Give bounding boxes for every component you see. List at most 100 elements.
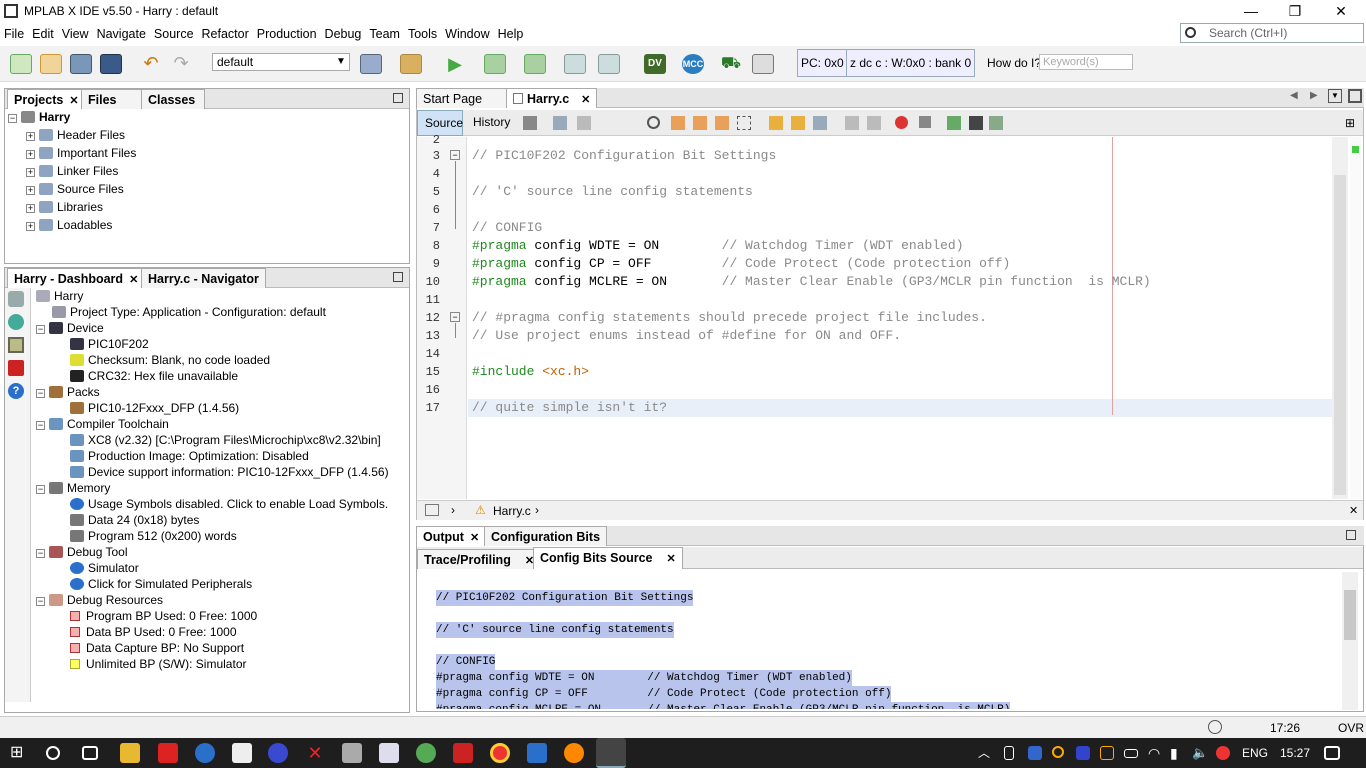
network-icon[interactable] bbox=[752, 54, 774, 74]
menu-source[interactable]: Source bbox=[150, 24, 198, 41]
menu-team[interactable]: Team bbox=[365, 24, 404, 41]
run-icon[interactable]: ▶ bbox=[444, 54, 466, 74]
tab-configuration-bits[interactable]: Configuration Bits bbox=[484, 526, 608, 546]
tray-icon[interactable] bbox=[1216, 746, 1230, 760]
file-explorer-icon[interactable] bbox=[120, 743, 140, 763]
menu-edit[interactable]: Edit bbox=[28, 24, 58, 41]
uncomment-icon[interactable] bbox=[969, 116, 983, 130]
chevron-down-icon[interactable]: ▼ bbox=[1328, 89, 1342, 103]
find-next-icon[interactable] bbox=[693, 116, 707, 130]
back-icon[interactable] bbox=[553, 116, 567, 130]
menu-production[interactable]: Production bbox=[253, 24, 321, 41]
battery-icon[interactable] bbox=[1124, 749, 1138, 758]
maximize-icon[interactable] bbox=[1348, 89, 1362, 103]
minimize-button[interactable]: — bbox=[1228, 0, 1274, 24]
close-icon[interactable]: ✕ bbox=[129, 274, 138, 286]
prev-bookmark-icon[interactable] bbox=[769, 116, 783, 130]
menu-view[interactable]: View bbox=[58, 24, 93, 41]
minimize-panel-icon[interactable] bbox=[393, 93, 403, 103]
tray-icon[interactable] bbox=[1028, 746, 1042, 760]
app-blue-icon[interactable] bbox=[195, 743, 215, 763]
search-input[interactable]: Search (Ctrl+I) bbox=[1180, 23, 1364, 43]
code-line[interactable]: // Use project enums instead of #define … bbox=[472, 327, 901, 345]
split-icon[interactable]: ⊞ bbox=[1345, 116, 1355, 130]
clock[interactable]: 15:27 bbox=[1280, 746, 1310, 760]
clean-build-icon[interactable] bbox=[400, 54, 422, 74]
volume-icon[interactable]: 🔈 bbox=[1192, 743, 1212, 763]
tab-config-bits-source[interactable]: Config Bits Source ✕ bbox=[533, 547, 683, 569]
tray-icon[interactable] bbox=[1100, 746, 1114, 760]
output-scrollbar[interactable] bbox=[1342, 572, 1358, 710]
notepad-icon[interactable] bbox=[232, 743, 252, 763]
code-line[interactable]: // 'C' source line config statements bbox=[472, 183, 753, 201]
close-icon[interactable]: ✕ bbox=[1349, 504, 1358, 517]
code-line[interactable]: #pragma config CP = OFF // Code Protect … bbox=[472, 255, 1010, 273]
tab-output[interactable]: Output ✕ bbox=[416, 526, 487, 546]
settings-icon[interactable] bbox=[8, 291, 24, 307]
search-icon[interactable] bbox=[46, 746, 60, 760]
hold-in-reset-icon[interactable] bbox=[598, 54, 620, 74]
tab-history[interactable]: History bbox=[473, 115, 510, 129]
save-all-icon[interactable] bbox=[100, 54, 122, 74]
firefox-icon[interactable] bbox=[564, 743, 584, 763]
data-visualizer-icon[interactable]: DV bbox=[644, 54, 666, 74]
tree-item-linker-files[interactable]: + Linker Files bbox=[26, 162, 118, 180]
app-pen-icon[interactable] bbox=[453, 743, 473, 763]
select-icon[interactable] bbox=[737, 116, 751, 130]
language-indicator[interactable]: ENG bbox=[1242, 746, 1268, 760]
notifications-icon[interactable] bbox=[1208, 720, 1222, 734]
menu-file[interactable]: File bbox=[0, 24, 28, 41]
breadcrumb-file[interactable]: Harry.c bbox=[493, 504, 531, 518]
tray-icon[interactable] bbox=[1076, 746, 1090, 760]
reset-icon[interactable] bbox=[564, 54, 586, 74]
toggle-highlight-icon[interactable] bbox=[715, 116, 729, 130]
action-center-icon[interactable] bbox=[1324, 746, 1340, 760]
minimize-panel-icon[interactable] bbox=[1346, 530, 1356, 540]
windows-start-icon[interactable]: ⊞ bbox=[10, 743, 30, 763]
signal-icon[interactable]: ▮ bbox=[1170, 743, 1190, 763]
code-line[interactable]: // PIC10F202 Configuration Bit Settings bbox=[472, 147, 776, 165]
app-red-icon[interactable] bbox=[158, 743, 178, 763]
tree-root[interactable]: − Harry bbox=[8, 108, 70, 126]
debug-run-icon[interactable] bbox=[484, 54, 506, 74]
output-line[interactable]: // PIC10F202 Configuration Bit Settings bbox=[436, 590, 694, 606]
shift-left-icon[interactable] bbox=[845, 116, 859, 130]
code-line[interactable]: // #pragma config statements should prec… bbox=[472, 309, 987, 327]
toggle-bookmark-icon[interactable] bbox=[813, 116, 827, 130]
forward-icon[interactable] bbox=[577, 116, 591, 130]
help-icon[interactable]: ? bbox=[8, 383, 24, 399]
tree-item-libraries[interactable]: + Libraries bbox=[26, 198, 103, 216]
app-check-icon[interactable] bbox=[379, 743, 399, 763]
tab-trace-profiling[interactable]: Trace/Profiling ✕ bbox=[417, 549, 542, 569]
menu-navigate[interactable]: Navigate bbox=[93, 24, 150, 41]
refresh-icon[interactable] bbox=[8, 314, 24, 330]
fold-icon[interactable]: − bbox=[450, 150, 460, 160]
program-device-icon[interactable] bbox=[524, 54, 546, 74]
menu-tools[interactable]: Tools bbox=[404, 24, 441, 41]
menu-debug[interactable]: Debug bbox=[321, 24, 366, 41]
close-icon[interactable]: ✕ bbox=[470, 532, 479, 544]
search-icon[interactable] bbox=[647, 116, 660, 129]
mplab-icon[interactable] bbox=[596, 738, 626, 768]
tab-files[interactable]: Files bbox=[81, 89, 145, 109]
code-line[interactable]: // quite simple isn't it? bbox=[472, 399, 667, 417]
configuration-select[interactable]: default bbox=[212, 53, 350, 71]
pdf-icon[interactable] bbox=[8, 360, 24, 376]
keyword-input[interactable]: Keyword(s) bbox=[1039, 54, 1133, 70]
tray-search-icon[interactable] bbox=[1052, 746, 1064, 758]
tab-dashboard[interactable]: Harry - Dashboard ✕ bbox=[7, 268, 146, 288]
tree-item-loadables[interactable]: + Loadables bbox=[26, 216, 112, 234]
tab-classes[interactable]: Classes bbox=[141, 89, 205, 109]
redo-icon[interactable]: ↷ bbox=[170, 54, 192, 74]
close-icon[interactable]: ✕ bbox=[69, 95, 78, 107]
tab-navigator[interactable]: Harry.c - Navigator bbox=[141, 268, 266, 288]
chrome-icon[interactable] bbox=[490, 743, 510, 763]
output-line[interactable]: // CONFIG bbox=[436, 654, 496, 670]
calculator-icon[interactable] bbox=[342, 743, 362, 763]
shift-right-icon[interactable] bbox=[867, 116, 881, 130]
menu-refactor[interactable]: Refactor bbox=[198, 24, 253, 41]
code-line[interactable]: #pragma config MCLRE = ON // Master Clea… bbox=[472, 273, 1151, 291]
tray-icon[interactable] bbox=[1004, 746, 1014, 760]
output-line[interactable]: // 'C' source line config statements bbox=[436, 622, 674, 638]
tree-item-header-files[interactable]: + Header Files bbox=[26, 126, 125, 144]
